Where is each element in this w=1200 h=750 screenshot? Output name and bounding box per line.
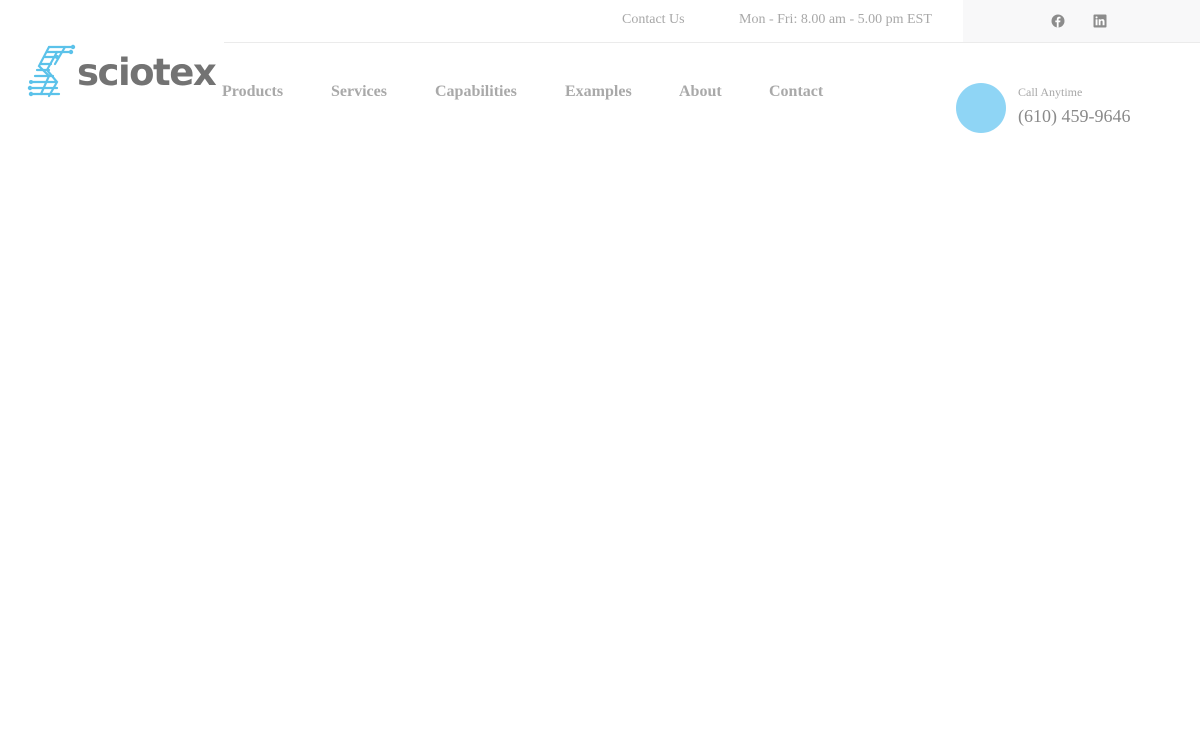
topbar-contact-link[interactable]: Contact Us [622,12,685,28]
linkedin-icon[interactable] [1093,14,1107,28]
nav-item-about[interactable]: About [679,83,722,101]
nav-item-examples[interactable]: Examples [565,83,632,101]
phone-icon [956,83,1006,133]
logo-wordmark: sciotex [77,50,217,94]
nav-item-products[interactable]: Products [222,83,283,101]
topbar-divider [224,42,1200,43]
nav-item-services[interactable]: Services [331,83,387,101]
topbar-social-area [963,0,1200,42]
page: Contact Us Mon - Fri: 8.00 am - 5.00 pm … [0,0,1200,750]
phone-number-link[interactable]: (610) 459-9646 [1018,106,1130,127]
dna-circuit-icon [27,44,77,100]
facebook-icon[interactable] [1051,14,1065,28]
nav-item-capabilities[interactable]: Capabilities [435,83,517,101]
sciotex-logo[interactable]: sciotex [27,44,217,100]
business-hours: Mon - Fri: 8.00 am - 5.00 pm EST [739,12,932,27]
call-label: Call Anytime [1018,85,1083,99]
nav-item-contact[interactable]: Contact [769,83,823,101]
